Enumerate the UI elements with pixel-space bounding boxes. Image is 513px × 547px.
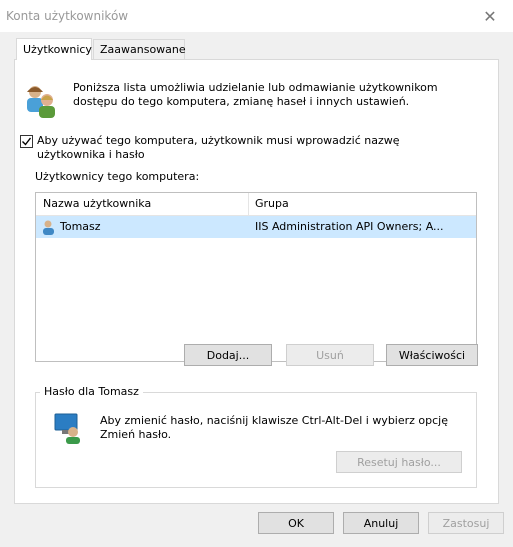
tab-users[interactable]: Użytkownicy [16,38,92,60]
cancel-button[interactable]: Anuluj [343,512,419,534]
properties-button[interactable]: Właściwości [386,344,478,366]
check-icon [22,137,32,146]
reset-password-button[interactable]: Resetuj hasło... [336,451,462,473]
password-group-label: Hasło dla Tomasz [40,385,143,399]
row-user-group: IIS Administration API Owners; A... [255,220,444,233]
row-user-name: Tomasz [60,220,101,233]
checkbox-label-line1: Aby używać tego komputera, użytkownik mu… [37,134,400,147]
column-header-group[interactable]: Grupa [255,197,289,211]
close-icon[interactable]: ✕ [480,6,500,26]
intro-text: Poniższa lista umożliwia udzielanie lub … [73,81,438,108]
remove-button[interactable]: Usuń [286,344,374,366]
checkbox-label-line2: użytkownika i hasło [37,148,145,161]
window-title: Konta użytkowników [6,9,129,23]
add-button[interactable]: Dodaj... [184,344,272,366]
users-list-label: Użytkownicy tego komputera: [35,170,200,183]
apply-button[interactable]: Zastosuj [428,512,504,534]
require-password-checkbox[interactable] [20,135,33,148]
password-instructions: Aby zmienić hasło, naciśnij klawisze Ctr… [100,414,449,441]
computer-user-icon [53,412,83,444]
column-header-name[interactable]: Nazwa użytkownika [43,197,151,211]
tab-advanced[interactable]: Zaawansowane [93,39,186,59]
user-icon [41,219,57,235]
ok-button[interactable]: OK [258,512,334,534]
users-icon [22,82,60,118]
column-separator [248,193,249,215]
